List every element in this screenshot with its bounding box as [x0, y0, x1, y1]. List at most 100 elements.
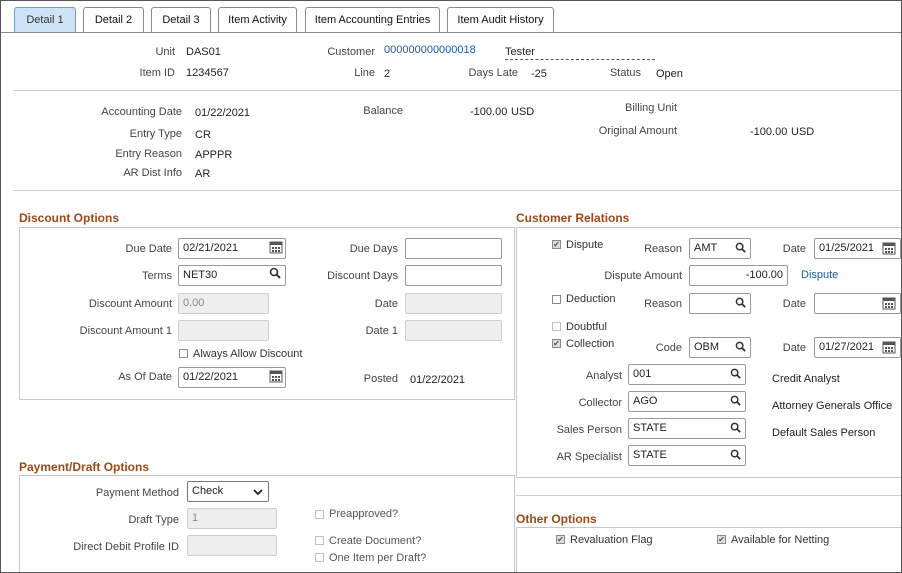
dispute-link[interactable]: Dispute	[801, 269, 838, 281]
search-icon[interactable]	[730, 422, 742, 437]
discount-amount-1-input[interactable]	[178, 320, 269, 341]
days-late-label: Days Late	[468, 67, 518, 79]
search-icon[interactable]	[735, 297, 747, 312]
available-for-netting-checkbox[interactable]: ✔	[717, 535, 726, 544]
always-allow-discount-label: Always Allow Discount	[193, 348, 303, 360]
direct-debit-input[interactable]	[187, 535, 277, 556]
deduction-label: Deduction	[566, 293, 616, 305]
collection-checkbox[interactable]: ✔	[552, 339, 561, 348]
ar-dist-label: AR Dist Info	[123, 167, 182, 179]
dispute-reason-label: Reason	[644, 243, 682, 255]
original-amount-currency: USD	[791, 126, 815, 138]
status-label: Status	[609, 67, 641, 79]
search-icon[interactable]	[735, 242, 747, 257]
revaluation-flag-label: Revaluation Flag	[570, 534, 653, 546]
line-label: Line	[354, 67, 375, 79]
analyst-input[interactable]: 001	[628, 364, 746, 385]
collection-label: Collection	[566, 338, 615, 350]
tab-item-audit-history[interactable]: Item Audit History	[447, 7, 554, 32]
discount-date-1-label: Date 1	[365, 325, 398, 337]
item-detail-page: Detail 1 Detail 2 Detail 3 Item Activity…	[0, 0, 902, 573]
discount-date-1-input[interactable]	[405, 320, 502, 341]
search-icon[interactable]	[730, 449, 742, 464]
collector-input[interactable]: AGO	[628, 391, 746, 412]
discount-amount-1-label: Discount Amount 1	[79, 325, 172, 337]
discount-amount-label: Discount Amount	[88, 298, 172, 310]
status-value: Open	[656, 68, 683, 80]
as-of-date-label: As Of Date	[118, 371, 172, 383]
one-item-per-draft-label: One Item per Draft?	[329, 552, 427, 564]
unit-label: Unit	[155, 46, 175, 58]
customer-id-link[interactable]: 000000000000018	[384, 44, 476, 56]
dispute-amount-label: Dispute Amount	[604, 270, 682, 282]
collector-description: Attorney Generals Office	[772, 400, 893, 412]
revaluation-flag-checkbox[interactable]: ✔	[556, 535, 565, 544]
other-options-title: Other Options	[516, 512, 597, 526]
discount-days-input[interactable]	[405, 265, 502, 286]
balance-value: -100.00	[470, 106, 508, 118]
customer-label: Customer	[327, 46, 375, 58]
discount-amount-input[interactable]: 0.00	[178, 293, 269, 314]
tab-detail-3[interactable]: Detail 3	[151, 7, 211, 32]
ar-dist-value: AR	[195, 168, 211, 180]
original-amount-value: -100.00	[750, 126, 788, 138]
search-icon[interactable]	[269, 267, 282, 283]
tab-item-activity[interactable]: Item Activity	[218, 7, 297, 32]
accounting-date-label: Accounting Date	[101, 106, 182, 118]
create-document-label: Create Document?	[329, 535, 422, 547]
search-icon[interactable]	[730, 368, 742, 383]
entry-type-value: CR	[195, 129, 211, 141]
dispute-amount-input[interactable]: -100.00	[689, 265, 788, 286]
item-id-value: 1234567	[186, 67, 229, 79]
dispute-date-label: Date	[782, 243, 806, 255]
chevron-down-icon[interactable]	[253, 487, 263, 499]
terms-label: Terms	[142, 270, 172, 282]
sales-person-description: Default Sales Person	[772, 427, 876, 439]
collection-date-label: Date	[782, 342, 806, 354]
draft-type-label: Draft Type	[128, 514, 179, 526]
discount-days-label: Discount Days	[327, 270, 398, 282]
calendar-icon[interactable]	[882, 340, 896, 357]
ar-specialist-input[interactable]: STATE	[628, 445, 746, 466]
due-date-label: Due Date	[125, 243, 172, 255]
customer-name: Tester	[505, 46, 655, 60]
balance-label: Balance	[363, 105, 403, 117]
one-item-per-draft-checkbox[interactable]	[315, 553, 324, 562]
posted-value: 01/22/2021	[410, 374, 466, 386]
search-icon[interactable]	[730, 395, 742, 410]
calendar-icon[interactable]	[269, 369, 283, 386]
posted-label: Posted	[363, 373, 398, 385]
original-amount-label: Original Amount	[598, 125, 677, 137]
days-late-value: -25	[531, 68, 547, 80]
dispute-checkbox[interactable]: ✔	[552, 240, 561, 249]
entry-type-label: Entry Type	[129, 128, 182, 140]
discount-options-title: Discount Options	[19, 211, 119, 225]
calendar-icon[interactable]	[269, 240, 283, 257]
direct-debit-label: Direct Debit Profile ID	[73, 541, 179, 553]
header-divider	[13, 90, 901, 91]
create-document-checkbox[interactable]	[315, 536, 324, 545]
doubtful-checkbox[interactable]	[552, 322, 561, 331]
payment-draft-options-title: Payment/Draft Options	[19, 460, 150, 474]
always-allow-discount-checkbox[interactable]	[179, 349, 188, 358]
deduction-checkbox[interactable]	[552, 295, 561, 304]
sales-person-label: Sales Person	[556, 424, 622, 436]
calendar-icon[interactable]	[882, 296, 896, 313]
preapproved-checkbox[interactable]	[315, 510, 324, 519]
analyst-description: Credit Analyst	[772, 373, 840, 385]
discount-date-label: Date	[374, 298, 398, 310]
available-for-netting-label: Available for Netting	[731, 534, 830, 546]
tab-detail-1[interactable]: Detail 1	[14, 7, 76, 32]
tab-detail-2[interactable]: Detail 2	[83, 7, 144, 32]
due-days-input[interactable]	[405, 238, 502, 259]
calendar-icon[interactable]	[882, 241, 896, 258]
discount-date-input[interactable]	[405, 293, 502, 314]
tab-item-accounting-entries[interactable]: Item Accounting Entries	[305, 7, 440, 32]
item-id-label: Item ID	[139, 67, 175, 79]
collection-code-label: Code	[655, 342, 682, 354]
draft-type-input[interactable]: 1	[187, 508, 277, 529]
sales-person-input[interactable]: STATE	[628, 418, 746, 439]
unit-value: DAS01	[186, 46, 221, 58]
search-icon[interactable]	[735, 341, 747, 356]
deduction-date-label: Date	[782, 298, 806, 310]
